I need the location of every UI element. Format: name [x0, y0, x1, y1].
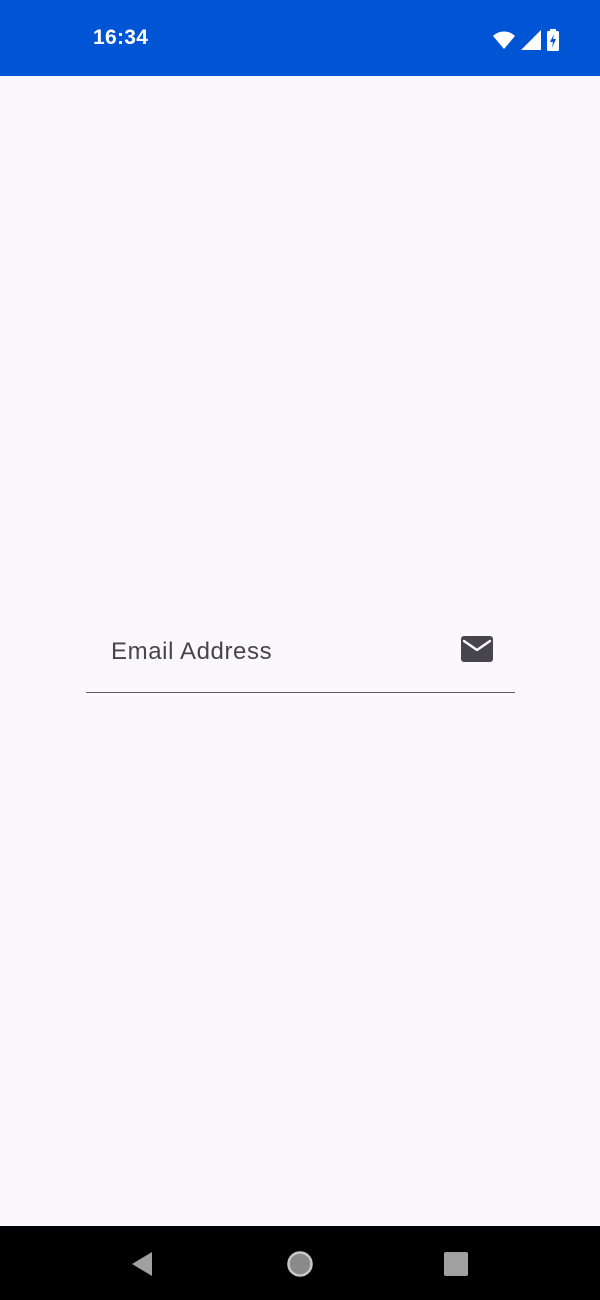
back-triangle-icon: [132, 1252, 152, 1276]
wifi-icon: [492, 29, 516, 51]
battery-charging-icon: [546, 29, 560, 51]
home-circle-icon: [287, 1251, 313, 1277]
navigation-bar: [0, 1226, 600, 1300]
recents-button[interactable]: [442, 1250, 470, 1278]
email-field[interactable]: Email Address: [86, 614, 515, 693]
cellular-signal-icon: [520, 29, 542, 51]
email-placeholder: Email Address: [111, 638, 273, 665]
email-icon: [461, 636, 493, 664]
back-button[interactable]: [128, 1250, 156, 1278]
status-time: 16:34: [93, 26, 149, 49]
home-button[interactable]: [286, 1250, 314, 1278]
status-icons: [492, 28, 560, 52]
recents-square-icon: [444, 1252, 468, 1276]
status-bar: 16:34: [0, 0, 600, 76]
